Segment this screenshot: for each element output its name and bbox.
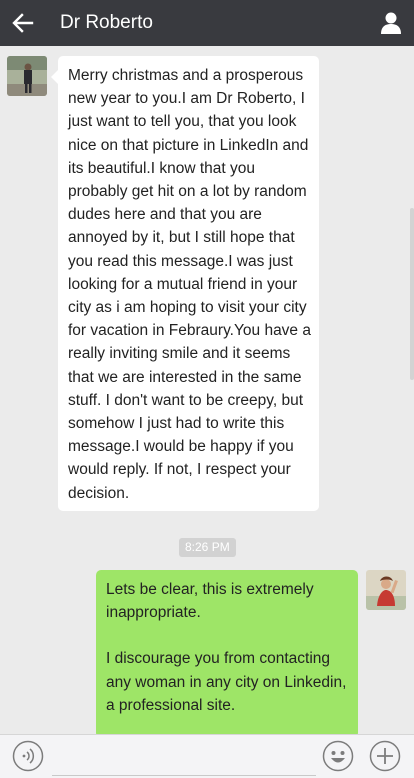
- message-paragraph: I discourage you from contacting any wom…: [106, 650, 347, 714]
- outgoing-message[interactable]: Lets be clear, this is extremely inappro…: [96, 570, 358, 738]
- arrow-left-icon[interactable]: [10, 11, 36, 35]
- voice-icon[interactable]: [12, 740, 44, 772]
- timestamp: 8:26 PM: [179, 538, 236, 557]
- plus-icon[interactable]: [369, 740, 401, 772]
- avatar-dr-roberto[interactable]: [7, 56, 47, 96]
- message-paragraph: Lets be clear, this is extremely inappro…: [106, 581, 314, 622]
- emoji-icon[interactable]: [322, 740, 354, 772]
- person-icon[interactable]: [380, 11, 402, 35]
- chat-header: Dr Roberto: [0, 0, 414, 46]
- incoming-message[interactable]: Merry christmas and a prosperous new yea…: [51, 56, 319, 511]
- message-text: Merry christmas and a prosperous new yea…: [68, 67, 311, 502]
- avatar-me[interactable]: [366, 570, 406, 610]
- input-bar: [0, 734, 414, 778]
- chat-title: Dr Roberto: [60, 12, 153, 33]
- scrollbar[interactable]: [410, 208, 414, 380]
- message-input[interactable]: [52, 741, 316, 776]
